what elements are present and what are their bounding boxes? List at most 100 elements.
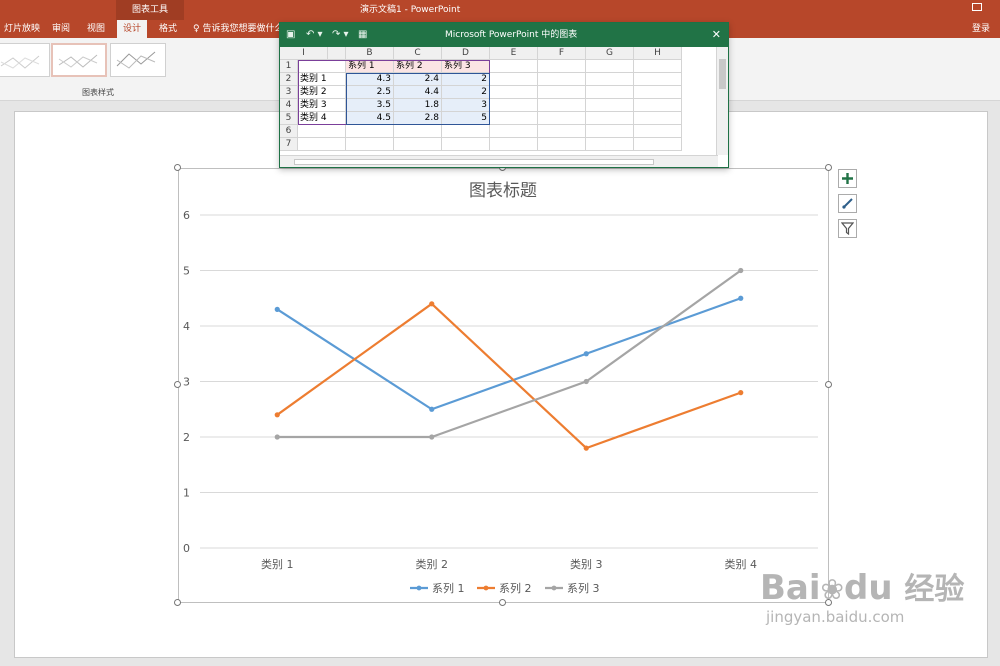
spreadsheet-cell[interactable]: [490, 73, 538, 86]
scroll-thumb[interactable]: [719, 59, 726, 89]
row-header[interactable]: 5: [280, 112, 298, 125]
spreadsheet-cell[interactable]: [490, 86, 538, 99]
spreadsheet-cell[interactable]: [490, 60, 538, 73]
spreadsheet-cell[interactable]: [634, 86, 682, 99]
spreadsheet-cell[interactable]: [538, 125, 586, 138]
spreadsheet-cell[interactable]: 2.4: [394, 73, 442, 86]
chart-elements-button[interactable]: [838, 169, 857, 188]
spreadsheet-cell[interactable]: 5: [442, 112, 490, 125]
column-header[interactable]: E: [490, 47, 538, 60]
spreadsheet-cell[interactable]: [442, 138, 490, 151]
spreadsheet-cell[interactable]: [634, 60, 682, 73]
spreadsheet-cell[interactable]: [538, 73, 586, 86]
row-header[interactable]: 2: [280, 73, 298, 86]
horizontal-scrollbar[interactable]: [280, 155, 718, 167]
spreadsheet-cell[interactable]: [634, 138, 682, 151]
row-header[interactable]: 4: [280, 99, 298, 112]
spreadsheet-cell[interactable]: 类别 4: [298, 112, 346, 125]
chart-style-thumb-3[interactable]: [110, 43, 166, 77]
spreadsheet-cell[interactable]: [298, 125, 346, 138]
tab-design[interactable]: 设计: [117, 20, 147, 38]
excel-data-window[interactable]: ▣ ↶ ▾ ↷ ▾ ▦ Microsoft PowerPoint 中的图表 ✕ …: [279, 22, 729, 168]
resize-handle[interactable]: [825, 381, 832, 388]
spreadsheet-cell[interactable]: [394, 125, 442, 138]
row-header[interactable]: 6: [280, 125, 298, 138]
spreadsheet-cell[interactable]: 2.5: [346, 86, 394, 99]
column-header[interactable]: H: [634, 47, 682, 60]
column-header[interactable]: C: [394, 47, 442, 60]
vertical-scrollbar[interactable]: [716, 47, 728, 155]
spreadsheet-cell[interactable]: [634, 73, 682, 86]
spreadsheet-cell[interactable]: [442, 125, 490, 138]
spreadsheet-cell[interactable]: [538, 99, 586, 112]
spreadsheet-cell[interactable]: 2.8: [394, 112, 442, 125]
column-header[interactable]: F: [538, 47, 586, 60]
chart-style-thumb-2[interactable]: [51, 43, 107, 77]
ribbon-display-options-icon[interactable]: [972, 3, 982, 11]
spreadsheet-cell[interactable]: [586, 60, 634, 73]
spreadsheet-cell[interactable]: 1.8: [394, 99, 442, 112]
row-header[interactable]: 7: [280, 138, 298, 151]
tab-review[interactable]: 审阅: [48, 20, 74, 38]
spreadsheet-cell[interactable]: [394, 138, 442, 151]
column-header[interactable]: G: [586, 47, 634, 60]
save-icon[interactable]: ▣: [286, 27, 295, 43]
spreadsheet-cell[interactable]: [538, 86, 586, 99]
spreadsheet-cell[interactable]: [586, 138, 634, 151]
spreadsheet-cell[interactable]: 3: [442, 99, 490, 112]
spreadsheet-cell[interactable]: 系列 3: [442, 60, 490, 73]
sign-in-link[interactable]: 登录: [972, 20, 990, 38]
spreadsheet-cell[interactable]: [586, 99, 634, 112]
close-icon[interactable]: ✕: [712, 23, 721, 47]
resize-handle[interactable]: [174, 164, 181, 171]
spreadsheet-cell[interactable]: [490, 112, 538, 125]
edit-data-in-excel-icon[interactable]: ▦: [358, 27, 367, 43]
spreadsheet-cell[interactable]: [586, 86, 634, 99]
spreadsheet-cell[interactable]: [634, 125, 682, 138]
chart-filters-button[interactable]: [838, 219, 857, 238]
tell-me-box[interactable]: ♀ 告诉我您想要做什么...: [193, 20, 292, 38]
scroll-thumb[interactable]: [294, 159, 654, 165]
resize-handle[interactable]: [174, 381, 181, 388]
spreadsheet-cell[interactable]: 4.3: [346, 73, 394, 86]
spreadsheet-cell[interactable]: 2: [442, 86, 490, 99]
spreadsheet-cell[interactable]: 类别 3: [298, 99, 346, 112]
spreadsheet-cell[interactable]: [490, 125, 538, 138]
redo-icon[interactable]: ↷ ▾: [332, 27, 349, 43]
tab-view[interactable]: 视图: [83, 20, 109, 38]
spreadsheet-cell[interactable]: 类别 1: [298, 73, 346, 86]
resize-handle[interactable]: [825, 164, 832, 171]
spreadsheet-cell[interactable]: 系列 2: [394, 60, 442, 73]
resize-handle[interactable]: [499, 599, 506, 606]
spreadsheet-cell[interactable]: 系列 1: [346, 60, 394, 73]
spreadsheet-cell[interactable]: [634, 112, 682, 125]
spreadsheet-cell[interactable]: [634, 99, 682, 112]
spreadsheet-cell[interactable]: [538, 112, 586, 125]
spreadsheet-cell[interactable]: [490, 138, 538, 151]
chart-style-thumb-1[interactable]: [0, 43, 50, 77]
spreadsheet-cell[interactable]: [298, 138, 346, 151]
tab-format[interactable]: 格式: [155, 20, 181, 38]
spreadsheet-cell[interactable]: [346, 138, 394, 151]
spreadsheet-cell[interactable]: [586, 112, 634, 125]
spreadsheet-cell[interactable]: 3.5: [346, 99, 394, 112]
spreadsheet-cell[interactable]: 2: [442, 73, 490, 86]
spreadsheet-cell[interactable]: [586, 73, 634, 86]
undo-icon[interactable]: ↶ ▾: [306, 27, 323, 43]
spreadsheet-cell[interactable]: [346, 125, 394, 138]
tab-slideshow[interactable]: 灯片放映: [0, 20, 44, 38]
spreadsheet-cell[interactable]: [538, 60, 586, 73]
row-header[interactable]: 1: [280, 60, 298, 73]
column-header[interactable]: B: [346, 47, 394, 60]
spreadsheet-cell[interactable]: 4.5: [346, 112, 394, 125]
column-header[interactable]: I: [280, 47, 328, 60]
chart-selection-frame[interactable]: [178, 168, 829, 603]
spreadsheet-cell[interactable]: [538, 138, 586, 151]
chart-styles-button[interactable]: [838, 194, 857, 213]
spreadsheet-cell[interactable]: [490, 99, 538, 112]
spreadsheet-cell[interactable]: [298, 60, 346, 73]
column-header[interactable]: D: [442, 47, 490, 60]
row-header[interactable]: 3: [280, 86, 298, 99]
spreadsheet-cell[interactable]: 类别 2: [298, 86, 346, 99]
spreadsheet-cell[interactable]: 4.4: [394, 86, 442, 99]
